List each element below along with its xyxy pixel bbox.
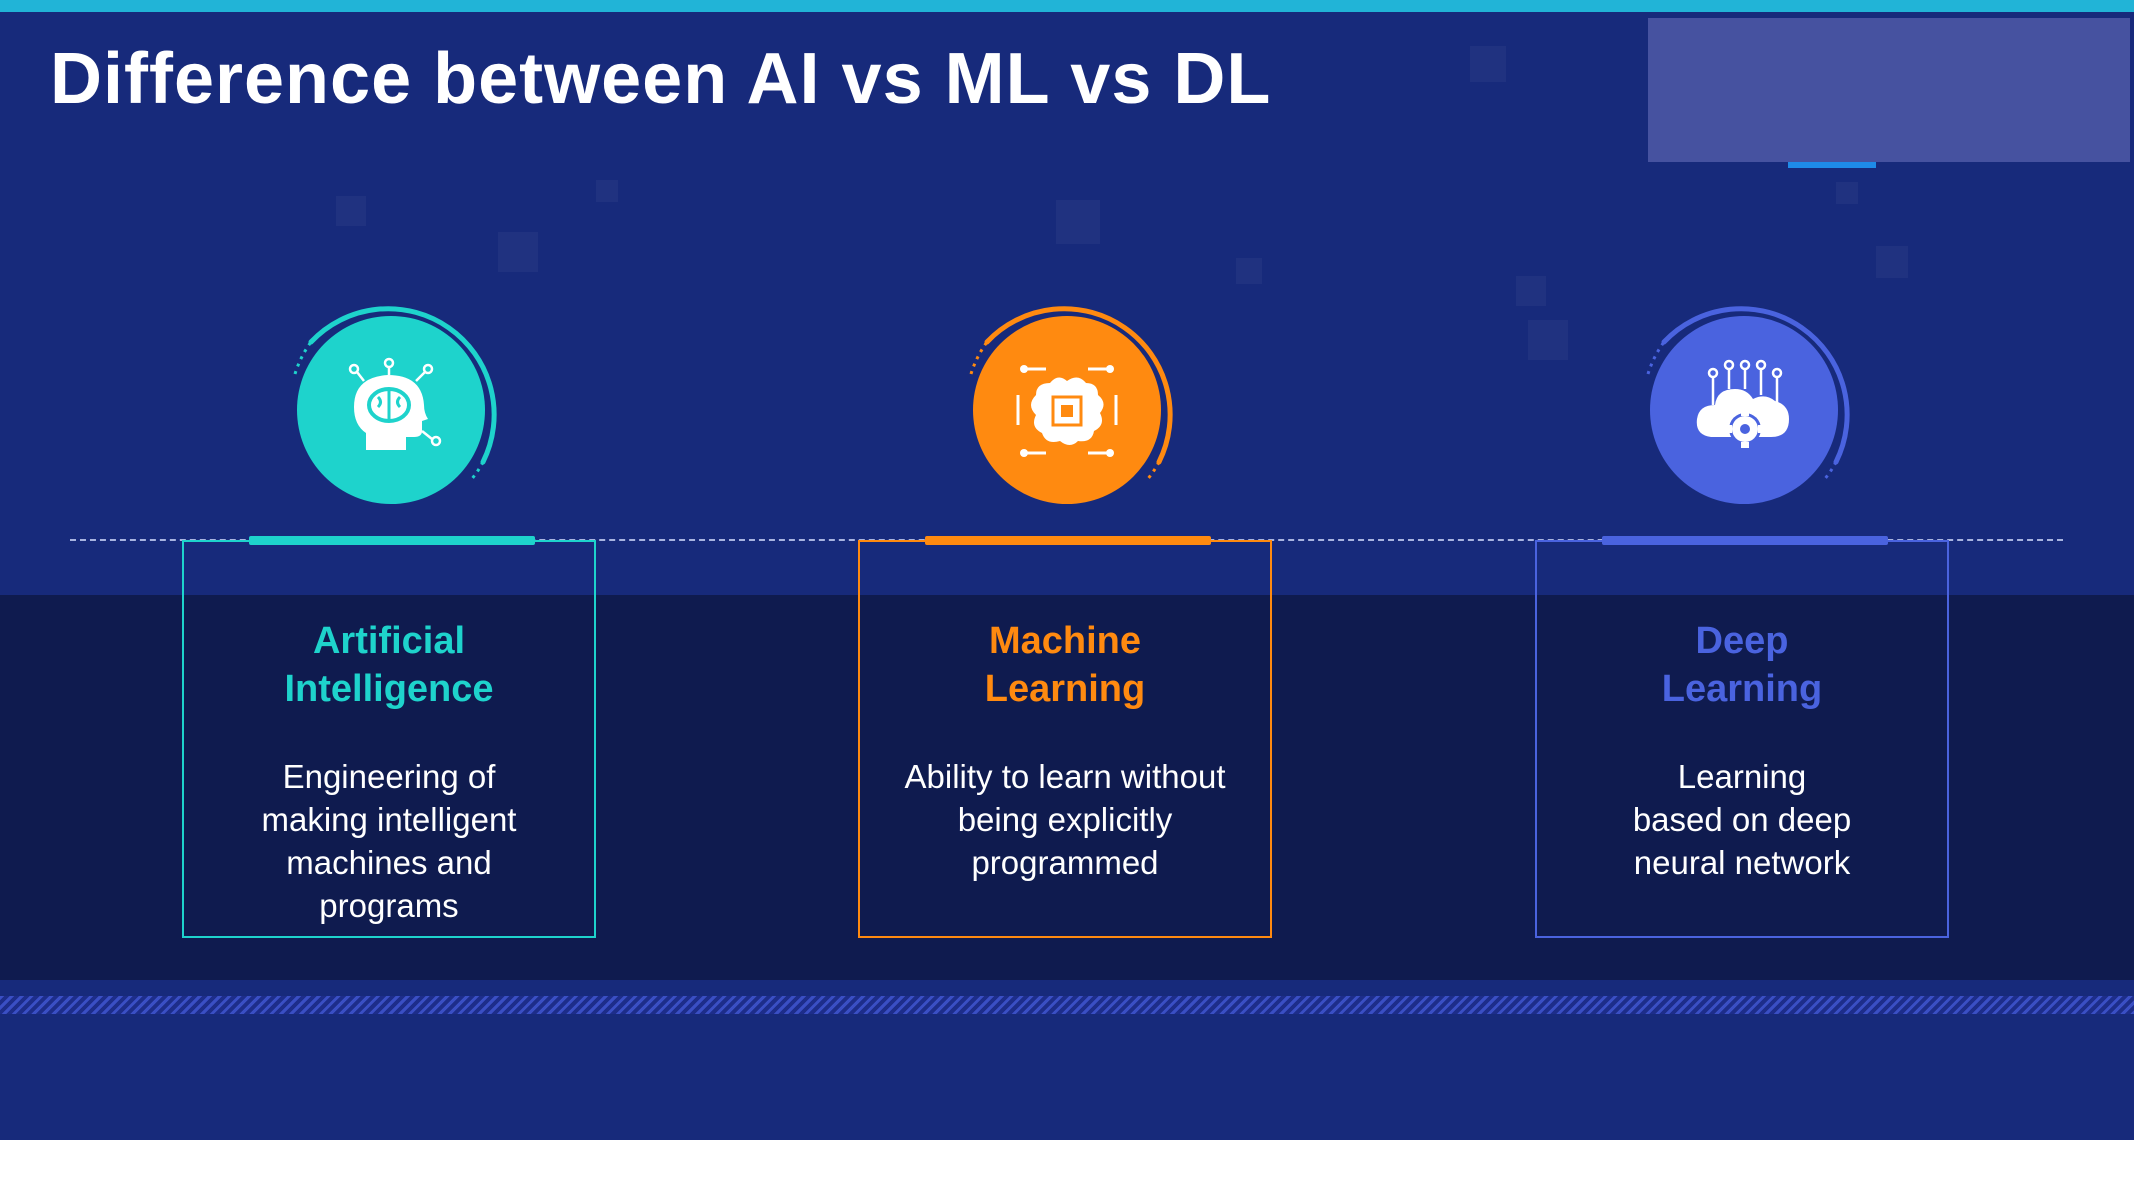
striped-footer-band — [0, 996, 2134, 1014]
slide-title: Difference between AI vs ML vs DL — [50, 39, 1272, 119]
background-square — [1528, 320, 1568, 360]
card-title-line: Learning — [1661, 668, 1823, 710]
card-description: Ability to learn without being explicitl… — [890, 755, 1240, 884]
dl-circle — [1650, 316, 1838, 504]
accent-tick — [1788, 162, 1876, 168]
background-square — [1836, 182, 1858, 204]
card-desc-line: Learning — [1677, 758, 1807, 795]
card-title-line: Learning — [984, 668, 1146, 710]
background-square — [1056, 200, 1100, 244]
background-square — [1876, 246, 1908, 278]
card-title: Artificial Intelligence — [184, 617, 594, 713]
ai-circle — [297, 316, 485, 504]
ai-icon-badge — [271, 290, 511, 530]
dl-icon-badge — [1624, 290, 1864, 530]
background-square — [336, 196, 366, 226]
card-desc-line: making intelligent — [261, 801, 517, 838]
overlay-box — [1648, 18, 2130, 162]
background-square — [498, 232, 538, 272]
card-title: Machine Learning — [860, 617, 1270, 713]
card-desc-line: programmed — [971, 844, 1159, 881]
background-square — [1470, 46, 1506, 82]
card-desc-line: machines and — [286, 844, 492, 881]
card-machine-learning: Machine Learning Ability to learn withou… — [858, 536, 1272, 938]
top-accent-line — [0, 0, 2134, 12]
card-accent-bar — [249, 536, 535, 545]
card-desc-line: based on deep — [1632, 801, 1852, 838]
card-title-line: Artificial — [312, 620, 466, 662]
card-deep-learning: Deep Learning Learning based on deep neu… — [1535, 536, 1949, 938]
background-square — [1236, 258, 1262, 284]
ml-icon-badge — [947, 290, 1187, 530]
card-description: Learning based on deep neural network — [1567, 755, 1917, 884]
card-desc-line: Engineering of — [282, 758, 496, 795]
card-accent-bar — [1602, 536, 1888, 545]
card-accent-bar — [925, 536, 1211, 545]
card-artificial-intelligence: Artificial Intelligence Engineering of m… — [182, 536, 596, 938]
cpu-brain-icon — [1016, 365, 1118, 457]
card-desc-line: being explicitly — [957, 801, 1173, 838]
card-description: Engineering of making intelligent machin… — [214, 755, 564, 927]
card-desc-line: neural network — [1633, 844, 1851, 881]
brain-head-icon — [348, 357, 442, 450]
card-title-line: Deep — [1695, 620, 1789, 662]
background-square — [1516, 276, 1546, 306]
ml-circle — [973, 316, 1161, 504]
background-square — [596, 180, 618, 202]
card-title: Deep Learning — [1537, 617, 1947, 713]
card-desc-line: programs — [319, 887, 459, 924]
slide: Difference between AI vs ML vs DL Artifi… — [0, 0, 2134, 1140]
card-title-line: Machine — [988, 620, 1142, 662]
card-desc-line: Ability to learn without — [904, 758, 1226, 795]
card-title-line: Intelligence — [284, 668, 494, 710]
cloud-gear-icon — [1696, 359, 1789, 448]
